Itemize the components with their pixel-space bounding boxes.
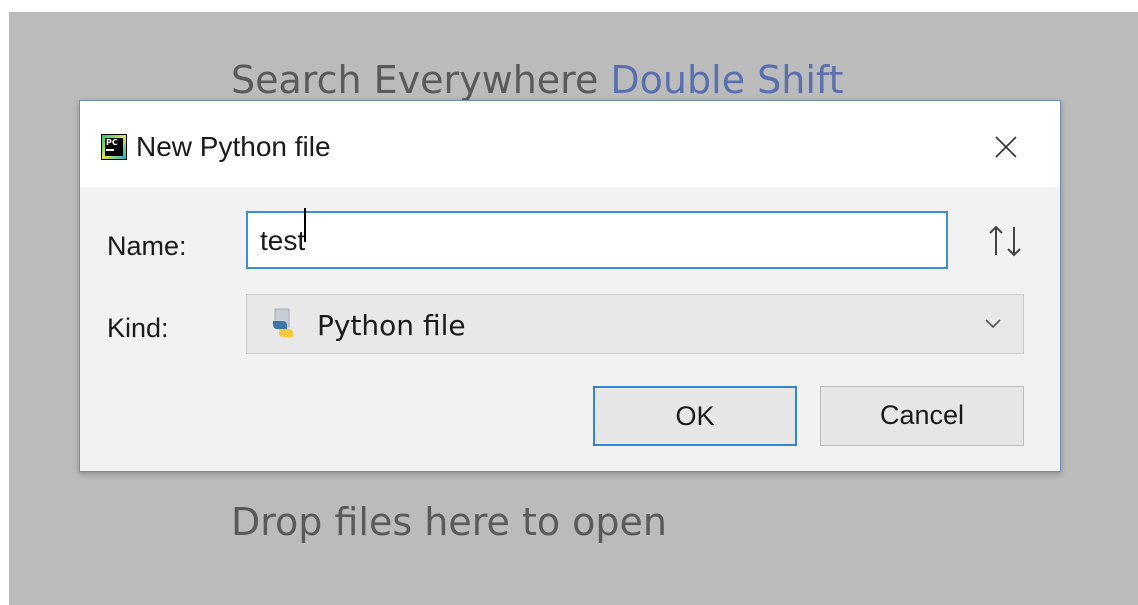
kind-label: Kind: [107, 313, 169, 343]
app-icon-text: PC [106, 138, 118, 147]
cancel-button[interactable]: Cancel [820, 386, 1024, 446]
drop-files-hint: Drop files here to open [231, 500, 668, 544]
sort-up-down-arrows-icon[interactable] [980, 223, 1030, 259]
name-input-value: test [260, 225, 306, 256]
pycharm-logo-icon: PC [101, 134, 127, 160]
search-everywhere-shortcut: Double Shift [610, 58, 844, 102]
text-caret [304, 207, 307, 242]
close-icon [995, 136, 1017, 158]
name-label: Name: [107, 231, 187, 261]
ok-button[interactable]: OK [593, 386, 797, 446]
chevron-down-icon [984, 317, 1002, 329]
new-python-file-dialog: PC New Python file Name: test Kind: Pyth… [79, 100, 1061, 472]
dialog-title: New Python file [136, 131, 331, 162]
search-everywhere-hint: Search Everywhere Double Shift [231, 58, 844, 102]
python-file-icon [267, 307, 299, 341]
kind-selected-value: Python file [317, 309, 466, 342]
dialog-titlebar[interactable]: PC New Python file [80, 101, 1060, 187]
name-input[interactable]: test [246, 207, 948, 269]
search-everywhere-label: Search Everywhere [231, 58, 599, 102]
close-button[interactable] [984, 125, 1028, 169]
kind-dropdown[interactable]: Python file [246, 294, 1024, 354]
